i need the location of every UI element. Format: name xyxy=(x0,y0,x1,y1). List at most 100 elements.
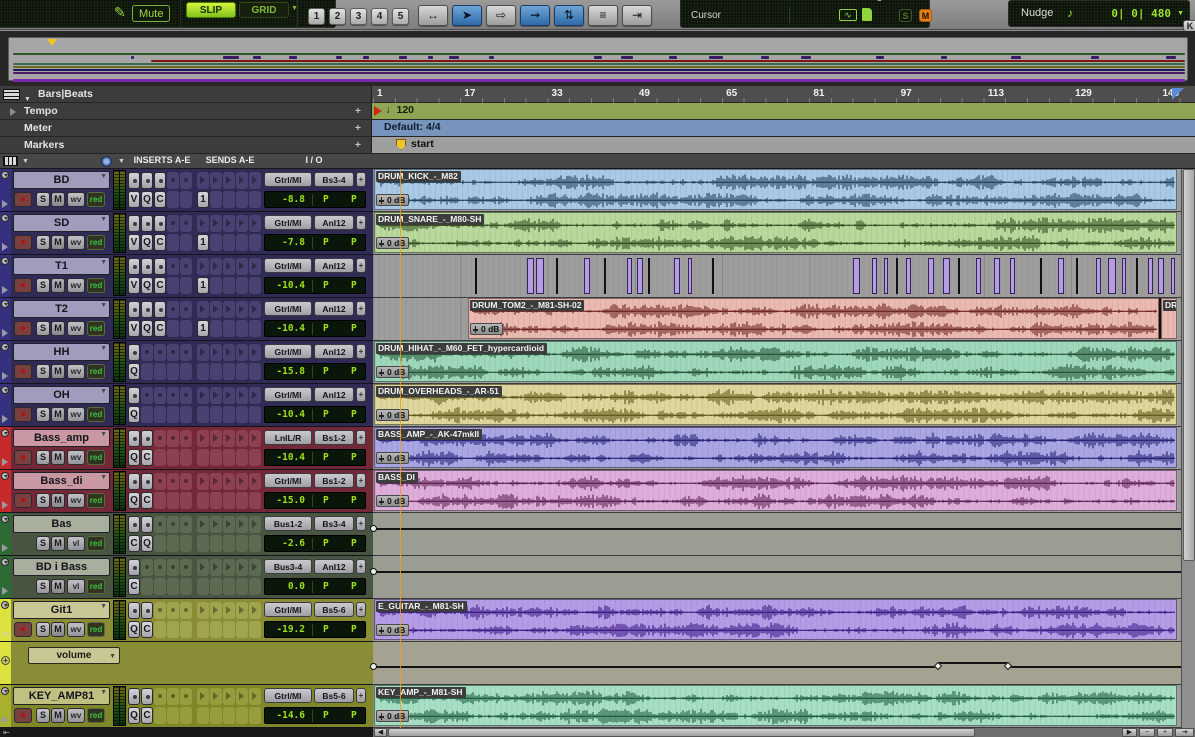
track-view-button[interactable]: wv xyxy=(67,708,85,723)
output-path-button[interactable]: AnI12 xyxy=(314,258,354,273)
ruler-label-tempo[interactable]: Tempo + xyxy=(0,103,372,119)
volume-automation-line[interactable] xyxy=(938,662,1008,664)
track-lane[interactable]: E_GUITAR_-_M81-SH 0 dB xyxy=(373,599,1181,642)
solo-status-badge[interactable]: S xyxy=(899,9,912,22)
record-mode-button[interactable]: red xyxy=(87,407,105,422)
output-path-button[interactable]: AnI12 xyxy=(314,215,354,230)
io-column-header[interactable]: I / O xyxy=(264,155,364,165)
send-button[interactable] xyxy=(223,277,235,294)
ruler-label-markers[interactable]: Markers + xyxy=(0,137,372,153)
send-button[interactable] xyxy=(236,578,248,595)
send-slot[interactable] xyxy=(197,559,209,576)
insert-button[interactable]: Q xyxy=(128,621,140,638)
insert-slot[interactable] xyxy=(180,172,192,189)
track-name-plate[interactable]: OH ▼ xyxy=(13,386,110,404)
track-view-button[interactable]: vl xyxy=(67,579,85,594)
send-slot[interactable] xyxy=(197,602,209,619)
insert-slot[interactable] xyxy=(141,344,153,361)
record-mode-button[interactable]: red xyxy=(87,493,105,508)
add-tempo-button[interactable]: + xyxy=(355,103,361,119)
insert-button[interactable]: Q xyxy=(141,191,153,208)
track-expand-icon[interactable] xyxy=(2,458,8,466)
send-slot[interactable] xyxy=(236,602,248,619)
track-color-strip[interactable] xyxy=(0,556,11,598)
input-path-button[interactable]: Gtrl/MI xyxy=(264,301,312,316)
marker-icon[interactable] xyxy=(396,139,406,150)
output-path-button[interactable]: Bs3-4 xyxy=(314,172,354,187)
tom-hit-clip[interactable] xyxy=(556,258,558,294)
track-name-plate[interactable]: Bass_amp ▼ xyxy=(13,429,110,447)
mute-button[interactable]: M xyxy=(51,192,65,207)
universe-strip[interactable] xyxy=(0,31,1195,86)
record-mode-button[interactable]: red xyxy=(87,708,105,723)
insert-button[interactable]: C xyxy=(154,191,166,208)
send-slot[interactable] xyxy=(223,258,235,275)
output-path-button[interactable]: Bs5-6 xyxy=(314,688,354,703)
tom-hit-clip[interactable] xyxy=(1076,258,1078,294)
tom-hit-clip[interactable] xyxy=(712,258,714,294)
track-name-menu-icon[interactable]: ▼ xyxy=(100,259,107,266)
tom-hit-clip[interactable] xyxy=(906,258,911,294)
insert-button[interactable]: Q xyxy=(141,535,153,552)
send-slot[interactable] xyxy=(223,602,235,619)
send-button[interactable] xyxy=(210,578,222,595)
volume-pan-display[interactable]: -2.6 P P xyxy=(264,535,366,552)
track-view-button[interactable]: wv xyxy=(67,235,85,250)
insert-button[interactable] xyxy=(167,707,179,724)
track-color-strip[interactable] xyxy=(0,212,11,254)
tom-hit-clip[interactable] xyxy=(884,258,888,294)
insert-slot[interactable] xyxy=(154,473,166,490)
insert-button[interactable] xyxy=(180,578,192,595)
track-expand-icon[interactable] xyxy=(2,286,8,294)
insert-slot[interactable] xyxy=(167,172,179,189)
clip-gain-badge[interactable]: 0 dB xyxy=(376,452,410,464)
track-options-icon[interactable] xyxy=(1,687,9,695)
tom-hit-clip[interactable] xyxy=(976,258,981,294)
send-button[interactable] xyxy=(210,406,222,423)
send-button[interactable] xyxy=(197,535,209,552)
send-button[interactable] xyxy=(210,707,222,724)
track-color-strip[interactable] xyxy=(0,298,11,340)
meter-value[interactable]: Default: 4/4 xyxy=(384,121,441,133)
track-name-plate[interactable]: KEY_AMP81 ▼ xyxy=(13,687,110,705)
tom-hit-clip[interactable] xyxy=(872,258,877,294)
audio-clip[interactable]: BASS_DI 0 dB xyxy=(374,470,1177,511)
send-button[interactable] xyxy=(223,406,235,423)
send-slot[interactable] xyxy=(223,344,235,361)
output-path-button[interactable]: Bs1-2 xyxy=(314,473,354,488)
send-slot[interactable] xyxy=(249,602,261,619)
record-mode-button[interactable]: red xyxy=(87,364,105,379)
edit-tool-button[interactable]: ⇝ xyxy=(520,5,550,26)
tom-hit-clip[interactable] xyxy=(943,258,950,294)
track-name-plate[interactable]: SD ▼ xyxy=(13,214,110,232)
insert-button[interactable] xyxy=(180,449,192,466)
volume-pan-display[interactable]: 0.0 P P xyxy=(264,578,366,595)
solo-button[interactable]: S xyxy=(36,278,50,293)
send-slot[interactable] xyxy=(249,301,261,318)
send-button[interactable] xyxy=(249,535,261,552)
input-path-button[interactable]: Gtrl/MI xyxy=(264,602,312,617)
insert-button[interactable] xyxy=(167,363,179,380)
send-slot[interactable] xyxy=(249,344,261,361)
insert-button[interactable] xyxy=(167,234,179,251)
send-button[interactable] xyxy=(197,492,209,509)
output-path-button[interactable]: AnI12 xyxy=(314,301,354,316)
send-slot[interactable] xyxy=(249,559,261,576)
mute-button[interactable]: M xyxy=(51,321,65,336)
send-slot[interactable] xyxy=(249,387,261,404)
audio-clip[interactable]: DRUM_TOM2_-_M81-SH-02 0 dB xyxy=(468,298,1159,339)
input-path-button[interactable]: LnIL/R xyxy=(264,430,312,445)
audio-clip[interactable]: DRUM_HIHAT_-_M60_FET_hypercardioid 0 dB xyxy=(374,341,1177,382)
clip-gain-badge[interactable]: 0 dB xyxy=(470,323,504,335)
tom-hit-clip[interactable] xyxy=(958,258,960,294)
add-lane-icon[interactable]: + xyxy=(1,656,10,665)
send-button[interactable] xyxy=(223,492,235,509)
track-options-icon[interactable] xyxy=(1,300,9,308)
track-name-menu-icon[interactable]: ▼ xyxy=(100,345,107,352)
add-meter-button[interactable]: + xyxy=(355,120,361,136)
track-options-icon[interactable] xyxy=(1,171,9,179)
mute-button[interactable]: M xyxy=(51,579,65,594)
insert-button[interactable]: V xyxy=(128,191,140,208)
audio-clip[interactable]: E_GUITAR_-_M81-SH 0 dB xyxy=(374,599,1177,640)
automation-breakpoint[interactable] xyxy=(1003,661,1013,671)
